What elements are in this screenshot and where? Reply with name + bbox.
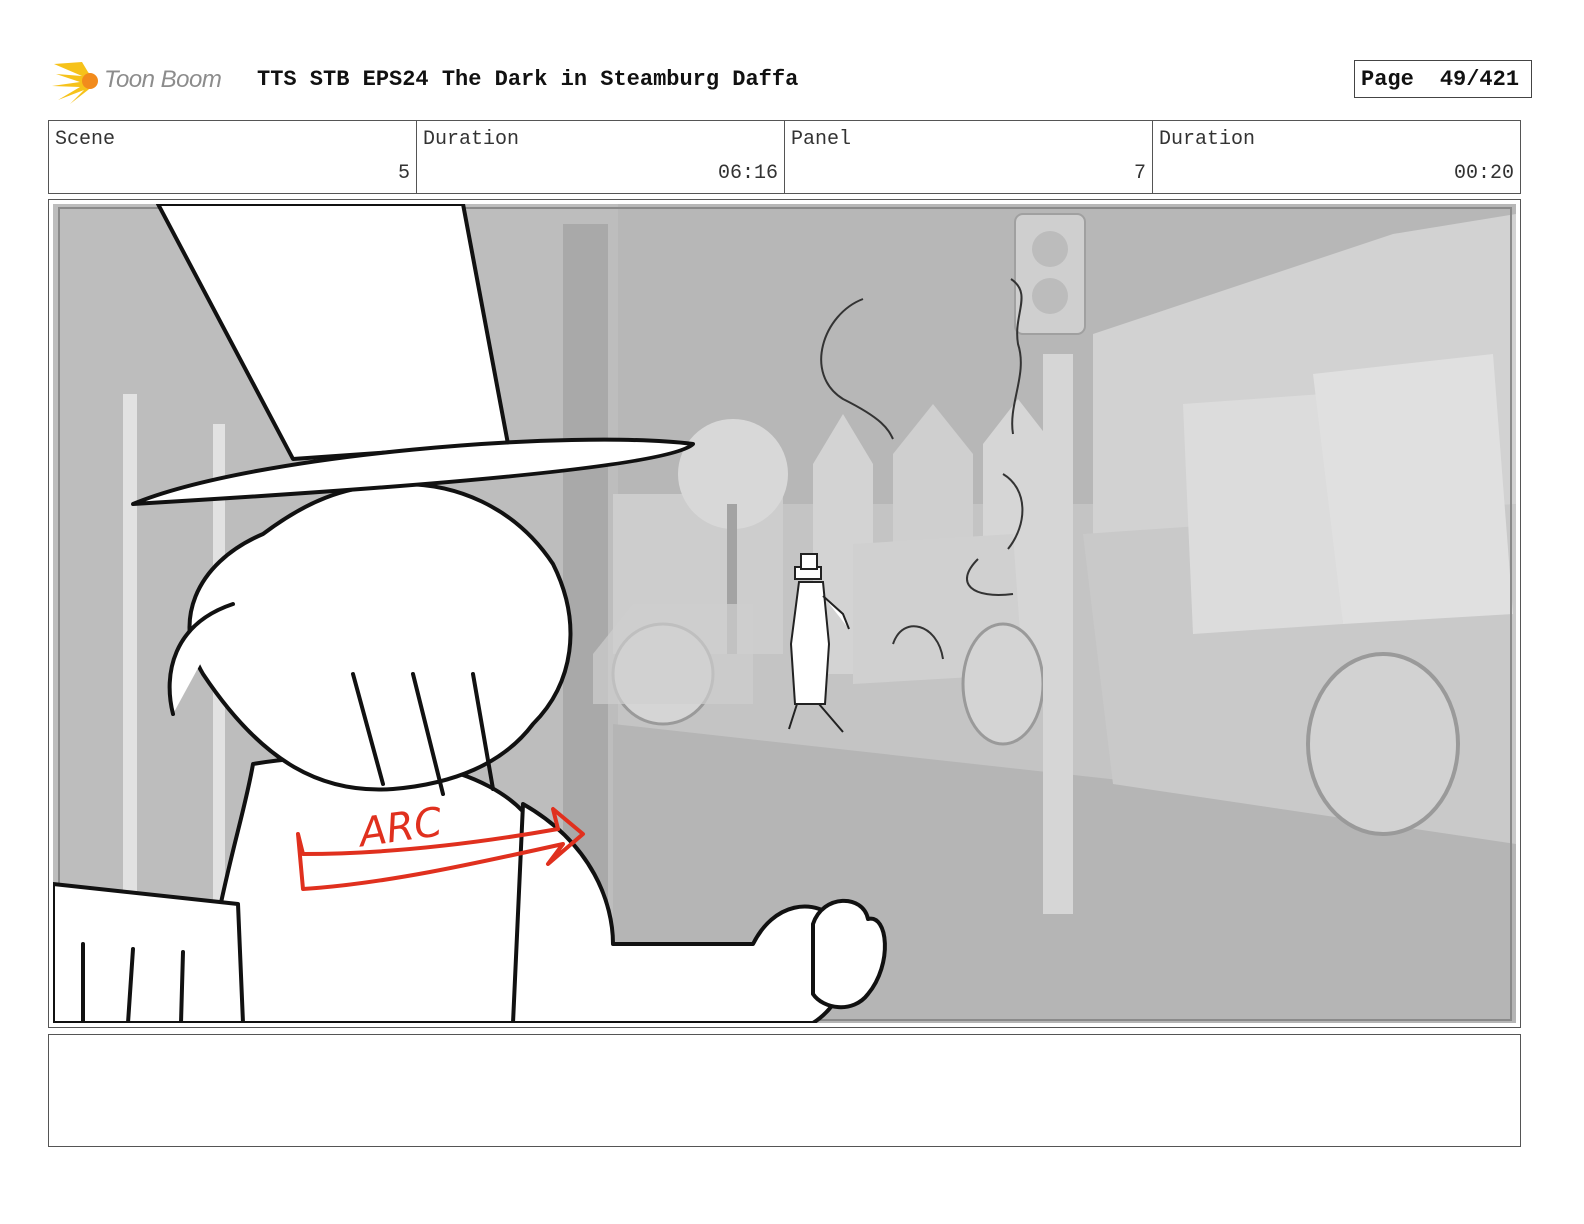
starburst-icon [52,62,98,104]
logo-text: Toon Boom [104,66,222,93]
lamppost [1043,354,1073,914]
scene-duration-cell: Duration 06:16 [417,121,785,193]
scene-value: 5 [397,162,410,185]
document-title: TTS STB EPS24 The Dark in Steamburg Daff… [257,67,799,92]
toon-boom-logo: Toon Boom [52,56,242,106]
panel-value: 7 [1133,162,1146,185]
scene-label: Scene [55,128,116,151]
panel-info-row: Scene 5 Duration 06:16 Panel 7 Duration … [48,120,1521,194]
storyboard-panel-image: ARC [53,204,1516,1023]
storyboard-header: Toon Boom TTS STB EPS24 The Dark in Stea… [52,54,1532,106]
scene-cell: Scene 5 [49,121,417,193]
panel-duration-cell: Duration 00:20 [1153,121,1520,193]
scene-duration-label: Duration [423,128,520,151]
panel-duration-value: 00:20 [1453,162,1514,185]
page-indicator: Page 49/421 [1354,60,1532,98]
panel-cell: Panel 7 [785,121,1153,193]
panel-duration-label: Duration [1159,128,1256,151]
caption-box [48,1034,1521,1147]
storyboard-panel-frame: ARC [48,199,1521,1028]
panel-label: Panel [791,128,852,151]
page-number: 49/421 [1439,66,1520,92]
scene-duration-value: 06:16 [717,162,778,185]
page-label: Page [1361,66,1414,92]
truck-wheel [1306,652,1460,836]
panel-drawing: ARC [53,204,1516,1023]
